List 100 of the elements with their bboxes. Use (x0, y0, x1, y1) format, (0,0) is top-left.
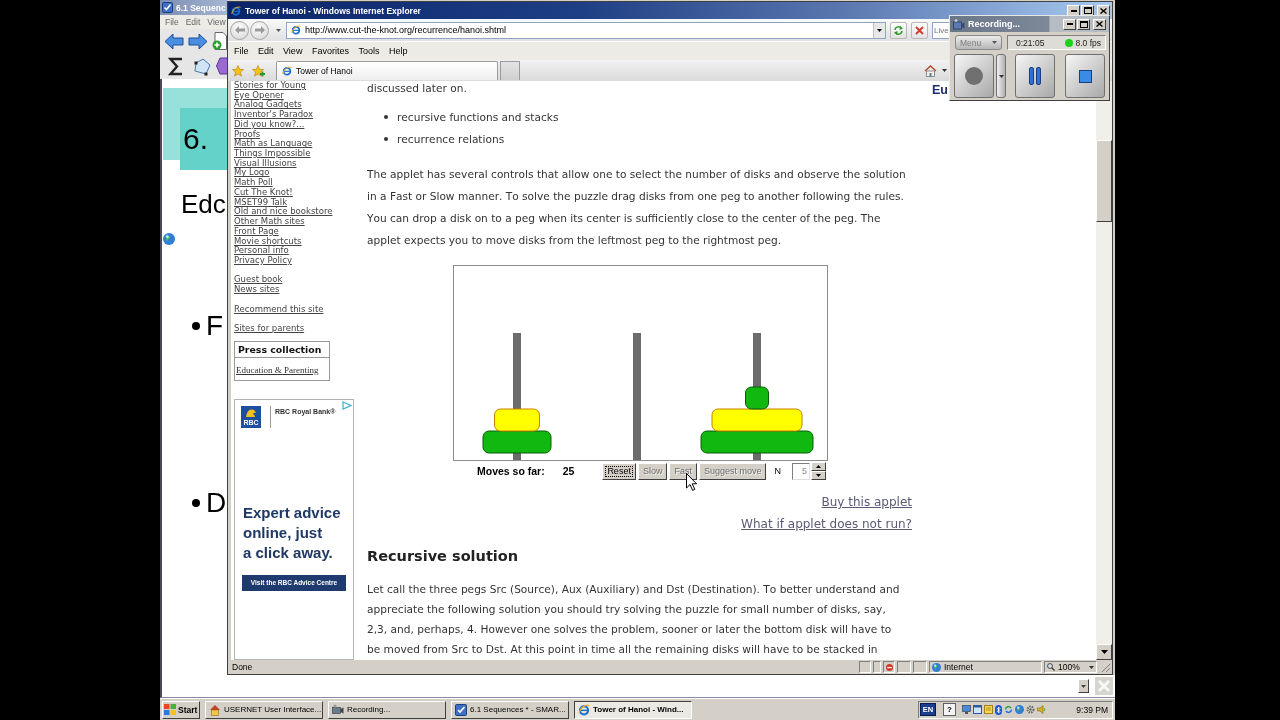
taskbar-button[interactable]: 6.1 Sequences * - SMAR... (451, 700, 569, 719)
slide-bullet-text: D (206, 488, 227, 518)
arrow-right-icon[interactable] (188, 32, 208, 50)
caret-icon (942, 69, 947, 72)
menu-item[interactable]: Favorites (311, 46, 349, 56)
polygon-icon[interactable] (192, 56, 212, 76)
add-favorite-icon[interactable] (252, 64, 266, 77)
spin-down-button[interactable] (810, 471, 826, 480)
menu-item[interactable]: Help (388, 46, 408, 56)
sidebar-link[interactable]: Old and nice bookstore (234, 207, 333, 218)
stop-button[interactable] (1065, 54, 1105, 98)
sidebar-link[interactable]: Movie shortcuts (234, 236, 302, 247)
sidebar-link[interactable]: Analog Gadgets (234, 100, 302, 111)
star-icon[interactable] (232, 64, 244, 77)
status-text: Done (232, 662, 253, 672)
window-title: 6.1 Sequenc (176, 2, 226, 13)
pause-button[interactable] (1015, 54, 1055, 98)
window-icon[interactable] (973, 705, 982, 714)
minimize-icon (1066, 23, 1073, 25)
site-logo: Eu (932, 83, 948, 97)
bullet-icon (192, 499, 200, 507)
sidebar-link[interactable]: Personal info (234, 246, 289, 256)
caret-icon (877, 28, 882, 32)
browser-tab[interactable]: Tower of Hanoi (276, 61, 498, 80)
arrow-left-icon[interactable] (164, 32, 184, 50)
sidebar-link[interactable]: Other Math sites (234, 217, 305, 227)
text-link[interactable]: Buy this applet (821, 491, 912, 513)
add-page-icon[interactable] (212, 32, 227, 51)
sidebar-link[interactable]: Front Page (234, 226, 279, 237)
sidebar-link[interactable]: News sites (234, 285, 280, 295)
sidebar-link[interactable]: Did you know?... (234, 119, 305, 130)
ad-choices-icon[interactable] (342, 400, 352, 410)
slide-number: 6. (183, 123, 209, 155)
scroll-down-button[interactable] (1096, 644, 1112, 660)
sidebar-link[interactable]: Cut The Knot! (234, 187, 293, 198)
press-title: Press collection (235, 341, 329, 358)
browser-icon (578, 703, 590, 716)
ad-headline: Expert advice online, just a click away. (243, 502, 341, 563)
taskbar-button[interactable]: Tower of Hanoi - Wind... (574, 700, 692, 719)
spin-up-button[interactable] (810, 462, 826, 471)
address-dropdown[interactable] (873, 22, 885, 38)
sidebar-link[interactable]: My Logo (234, 168, 270, 179)
address-field[interactable]: http://www.cut-the-knot.org/recurrence/hanoi.shtml (286, 21, 886, 39)
caret-icon (1081, 684, 1086, 688)
reset-button[interactable]: Reset (602, 462, 636, 480)
sidebar-link[interactable]: Things Impossible (234, 149, 311, 159)
scroll-down-button[interactable] (1078, 679, 1089, 693)
text-link[interactable]: What if applet does not run? (741, 513, 912, 535)
menu-item[interactable]: File (165, 17, 179, 27)
taskbar-button[interactable]: USERNET User Interface... (205, 700, 323, 719)
record-button[interactable] (954, 54, 994, 98)
sidebar-link[interactable]: Sites for parents (234, 323, 305, 334)
menu-item[interactable]: Edit (258, 46, 274, 56)
caret-icon (275, 28, 281, 32)
sidebar-link[interactable]: Visual Illusions (234, 158, 297, 169)
refresh-button[interactable] (890, 21, 907, 39)
back-button[interactable] (230, 20, 249, 40)
press-link[interactable]: Education & Parenting (236, 363, 319, 376)
sigma-icon[interactable] (168, 56, 184, 76)
sidebar-link[interactable]: Stories for Young (234, 81, 306, 91)
home-icon[interactable] (924, 64, 937, 77)
resize-grip-icon (1099, 661, 1111, 673)
record-options-button[interactable] (996, 54, 1006, 98)
menu-item[interactable]: File (234, 46, 249, 56)
down-arrow-icon (815, 474, 821, 477)
stop-button[interactable] (911, 21, 928, 39)
help-button[interactable]: ? (943, 703, 956, 716)
close-button[interactable] (1093, 18, 1106, 30)
forward-button[interactable] (250, 20, 269, 40)
menu-item[interactable]: View (207, 17, 226, 27)
menu-item[interactable]: View (283, 46, 303, 56)
note-icon[interactable] (984, 705, 993, 714)
monitor-icon[interactable] (962, 705, 971, 714)
sidebar-link[interactable]: Recommend this site (234, 304, 324, 315)
sidebar-link[interactable]: Guest book (234, 275, 283, 286)
caret-icon (1089, 665, 1094, 669)
menu-item[interactable]: Edit (185, 17, 201, 27)
sidebar-link[interactable]: Math as Language (234, 139, 313, 150)
bluetooth-icon[interactable] (995, 704, 1002, 715)
menu-item[interactable]: Tools (358, 46, 380, 56)
sidebar-link[interactable]: Eye Opener (234, 90, 284, 101)
sync-icon[interactable] (1004, 705, 1013, 714)
status-pane (897, 661, 911, 673)
taskbar-button[interactable]: Recording... (328, 700, 446, 719)
maximize-button[interactable] (1077, 18, 1090, 30)
gear-icon[interactable] (1026, 705, 1035, 714)
sidebar-link[interactable]: Proofs (234, 129, 261, 140)
paragraph: The applet has several controls that allow one to select the number of disks and observe the solution in a Fast or Slow manner. To solve the puzzle drag disks from one peg to another following the rules. You can drop a disk on to a peg when its center is sufficiently close to the center of the peg. The applet expects you to move disks from the leftmost peg to the rightmost peg. (367, 167, 907, 248)
sidebar-link[interactable]: MSET99 Talk (234, 197, 288, 208)
stop-icon (1078, 69, 1092, 83)
disk-count-label: N (774, 466, 781, 476)
scrollbar-thumb[interactable] (1096, 140, 1112, 222)
sidebar-link[interactable]: Privacy Policy (234, 255, 292, 266)
sidebar-link[interactable]: Math Poll (234, 178, 273, 188)
minimize-button[interactable] (1063, 18, 1076, 30)
down-arrow-icon (1100, 650, 1108, 654)
sidebar-link[interactable]: Inventor's Paradox (234, 110, 314, 120)
bullet-icon (384, 137, 388, 141)
start-button[interactable]: Start (162, 700, 200, 719)
search-field[interactable]: Live (932, 21, 949, 39)
